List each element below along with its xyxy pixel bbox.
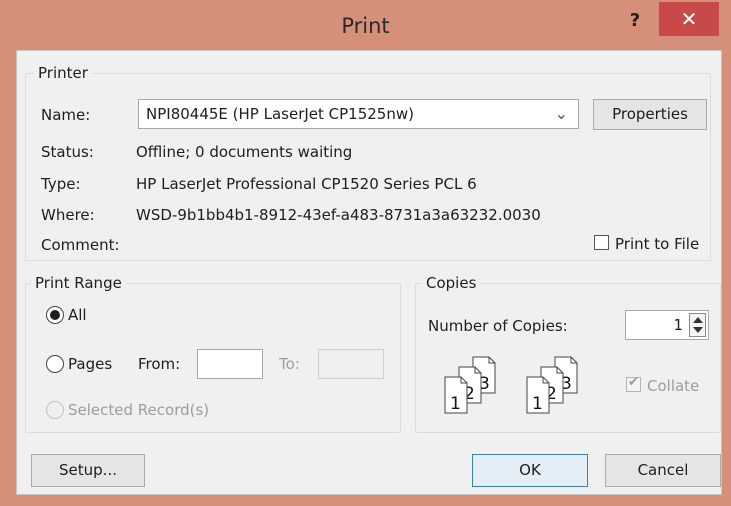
spin-up-icon[interactable] bbox=[693, 317, 703, 323]
pages-radio[interactable] bbox=[46, 355, 64, 373]
chevron-down-icon: ⌄ bbox=[554, 104, 568, 123]
to-input[interactable] bbox=[318, 349, 384, 379]
page-1-digit: 1 bbox=[450, 394, 461, 414]
pages-label[interactable]: Pages bbox=[68, 355, 112, 373]
properties-button[interactable]: Properties bbox=[593, 99, 707, 130]
print-dialog-window: Print ? ✕ Printer Name: NPI80445E (HP La… bbox=[0, 0, 731, 506]
print-to-file-checkbox[interactable] bbox=[594, 235, 609, 250]
page-1: 1 bbox=[526, 376, 550, 414]
spinner-arrows[interactable] bbox=[689, 313, 706, 337]
collate-pages-icon: 3 2 1 bbox=[444, 356, 496, 414]
radio-selected-dot bbox=[50, 310, 60, 320]
from-label: From: bbox=[138, 355, 181, 373]
where-value: WSD-9b1bb4b1-8912-43ef-a483-8731a3a63232… bbox=[136, 206, 541, 224]
type-value: HP LaserJet Professional CP1520 Series P… bbox=[136, 175, 477, 193]
name-label: Name: bbox=[41, 106, 91, 124]
status-label: Status: bbox=[41, 143, 94, 161]
printer-group-title: Printer bbox=[34, 64, 92, 82]
close-button[interactable]: ✕ bbox=[659, 2, 719, 36]
dialog-client-area: Printer Name: NPI80445E (HP LaserJet CP1… bbox=[16, 50, 722, 495]
printer-name-dropdown[interactable]: NPI80445E (HP LaserJet CP1525nw) ⌄ bbox=[138, 99, 579, 129]
help-button[interactable]: ? bbox=[614, 6, 656, 36]
printer-name-value: NPI80445E (HP LaserJet CP1525nw) bbox=[146, 105, 414, 123]
selected-records-label[interactable]: Selected Record(s) bbox=[68, 401, 209, 419]
status-value: Offline; 0 documents waiting bbox=[136, 143, 353, 161]
where-label: Where: bbox=[41, 206, 95, 224]
checkmark-icon: ✔ bbox=[628, 375, 639, 390]
ok-button[interactable]: OK bbox=[472, 454, 588, 487]
page-1-digit: 1 bbox=[532, 394, 543, 414]
selected-records-radio[interactable] bbox=[46, 401, 64, 419]
print-to-file-label[interactable]: Print to File bbox=[615, 235, 699, 253]
to-label: To: bbox=[279, 355, 300, 373]
collate-label[interactable]: Collate bbox=[647, 377, 699, 395]
page-1: 1 bbox=[444, 376, 468, 414]
from-input[interactable] bbox=[197, 349, 263, 379]
all-radio[interactable] bbox=[46, 306, 64, 324]
number-of-copies-value: 1 bbox=[673, 316, 683, 334]
number-of-copies-spinner[interactable]: 1 bbox=[625, 310, 709, 340]
collate-pages-icon-2: 3 2 1 bbox=[526, 356, 578, 414]
setup-button[interactable]: Setup... bbox=[31, 454, 145, 487]
spin-down-icon[interactable] bbox=[693, 327, 703, 333]
cancel-button[interactable]: Cancel bbox=[605, 454, 721, 487]
number-of-copies-label: Number of Copies: bbox=[428, 317, 568, 335]
all-label[interactable]: All bbox=[68, 306, 87, 324]
comment-label: Comment: bbox=[41, 236, 120, 254]
collate-checkbox[interactable]: ✔ bbox=[626, 375, 641, 392]
copies-group-title: Copies bbox=[422, 274, 481, 292]
print-range-group-title: Print Range bbox=[31, 274, 126, 292]
type-label: Type: bbox=[41, 175, 81, 193]
